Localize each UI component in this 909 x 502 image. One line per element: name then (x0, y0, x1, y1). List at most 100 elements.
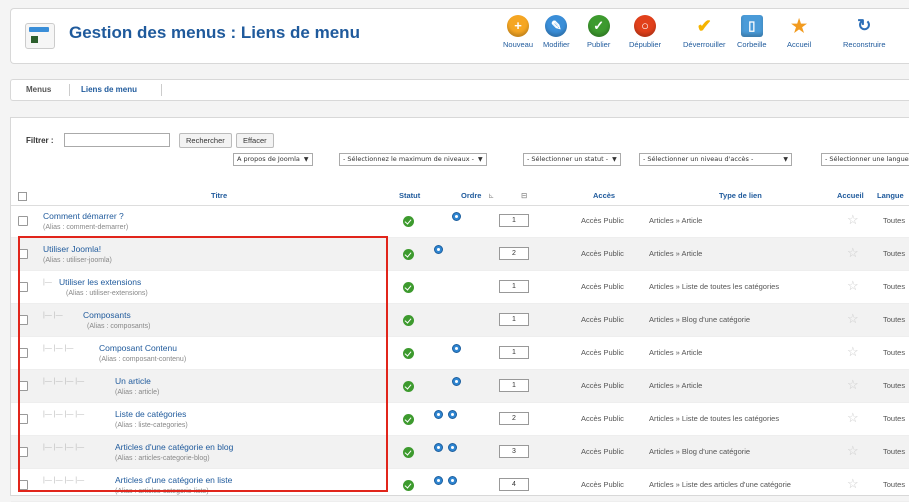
unpublish-button[interactable]: ○ Dépublier (629, 15, 661, 49)
status-select[interactable]: - Sélectionner un statut - ▼ (523, 153, 621, 166)
menu-select-value: A propos de Joomla (237, 155, 300, 163)
item-type: Articles » Liste des articles d'une caté… (649, 480, 791, 489)
trash-button[interactable]: ▯ Corbeille (737, 15, 767, 49)
order-input[interactable]: 2 (499, 247, 529, 260)
rebuild-button-label: Reconstruire (843, 40, 886, 49)
tab-menu-items[interactable]: Liens de menu (81, 85, 137, 94)
order-input[interactable]: 3 (499, 445, 529, 458)
star-icon[interactable]: ☆ (847, 443, 859, 459)
access-select-value: - Sélectionner un niveau d'accès - (643, 155, 754, 163)
order-input[interactable]: 1 (499, 214, 529, 227)
unpublish-button-label: Dépublier (629, 40, 662, 49)
menu-select[interactable]: A propos de Joomla ▼ (233, 153, 313, 166)
star-icon[interactable]: ☆ (847, 344, 859, 360)
save-order-icon[interactable]: ⊟ (521, 191, 527, 200)
new-button[interactable]: + Nouveau (503, 15, 533, 49)
published-icon[interactable] (403, 480, 414, 491)
chevron-down-icon: ▼ (477, 156, 483, 163)
level-select[interactable]: - Sélectionnez le maximum de niveaux - ▼ (339, 153, 487, 166)
star-icon[interactable]: ☆ (847, 476, 859, 492)
item-alias: (Alias : comment-demarrer) (43, 224, 129, 231)
search-button[interactable]: Rechercher (179, 133, 232, 148)
star-icon[interactable]: ☆ (847, 212, 859, 228)
move-up-icon[interactable] (434, 443, 443, 452)
trash-icon: ▯ (740, 15, 763, 37)
item-type: Articles » Article (649, 216, 703, 225)
item-type: Articles » Article (649, 381, 703, 390)
move-up-icon[interactable] (434, 410, 443, 419)
tab-divider (69, 84, 70, 96)
language-select[interactable]: - Sélectionner une langue (821, 153, 909, 166)
move-down-icon[interactable] (448, 410, 457, 419)
item-language: Toutes (883, 249, 906, 258)
column-link-type[interactable]: Type de lien (719, 191, 762, 200)
move-down-icon[interactable] (448, 443, 457, 452)
order-input[interactable]: 1 (499, 379, 529, 392)
tab-divider (161, 84, 162, 96)
column-status[interactable]: Statut (399, 191, 420, 200)
item-title[interactable]: Comment démarrer ? (43, 211, 124, 221)
plus-icon: + (507, 15, 530, 37)
published-icon[interactable] (403, 282, 414, 293)
move-down-icon[interactable] (452, 377, 461, 386)
move-up-icon[interactable] (452, 344, 461, 353)
column-title[interactable]: Titre (211, 191, 227, 200)
tab-menus[interactable]: Menus (26, 85, 51, 94)
home-button-label: Accueil (787, 40, 812, 49)
order-input[interactable]: 1 (499, 346, 529, 359)
column-order[interactable]: Ordre (461, 191, 481, 200)
order-input[interactable]: 2 (499, 412, 529, 425)
filter-search-input[interactable] (64, 133, 170, 147)
published-icon[interactable] (403, 414, 414, 425)
menu-manager-logo-icon (25, 23, 55, 49)
pencil-icon: ✎ (545, 15, 568, 37)
chevron-down-icon: ▼ (612, 156, 617, 163)
move-down-icon[interactable] (452, 212, 461, 221)
check-icon: ✓ (587, 15, 610, 37)
order-input[interactable]: 1 (499, 280, 529, 293)
home-button[interactable]: ★ Accueil (787, 15, 811, 49)
published-icon[interactable] (403, 381, 414, 392)
row-checkbox[interactable] (18, 216, 28, 226)
submenu-tabs: Menus Liens de menu (10, 79, 909, 101)
star-icon[interactable]: ☆ (847, 278, 859, 294)
item-access: Accès Public (581, 282, 624, 291)
page-title: Gestion des menus : Liens de menu (69, 23, 360, 42)
item-language: Toutes (883, 447, 906, 456)
published-icon[interactable] (403, 249, 414, 260)
unpublish-icon: ○ (634, 15, 657, 37)
star-icon[interactable]: ☆ (847, 311, 859, 327)
star-icon[interactable]: ☆ (847, 410, 859, 426)
clear-button[interactable]: Effacer (236, 133, 274, 148)
item-access: Accès Public (581, 348, 624, 357)
published-icon[interactable] (403, 348, 414, 359)
move-down-icon[interactable] (448, 476, 457, 485)
published-icon[interactable] (403, 447, 414, 458)
table-row: Comment démarrer ? (Alias : comment-dema… (11, 205, 909, 238)
column-language[interactable]: Langue (877, 191, 904, 200)
order-input[interactable]: 4 (499, 478, 529, 491)
select-all-checkbox[interactable] (18, 192, 27, 201)
item-type: Articles » Article (649, 249, 703, 258)
unlock-button-label: Déverrouiller (683, 40, 726, 49)
published-icon[interactable] (403, 216, 414, 227)
item-access: Accès Public (581, 480, 624, 489)
new-button-label: Nouveau (503, 40, 534, 49)
move-up-icon[interactable] (434, 476, 443, 485)
rebuild-button[interactable]: ↻ Reconstruire (843, 15, 886, 49)
star-icon[interactable]: ☆ (847, 377, 859, 393)
item-access: Accès Public (581, 447, 624, 456)
column-home[interactable]: Accueil (837, 191, 864, 200)
column-access[interactable]: Accès (593, 191, 615, 200)
published-icon[interactable] (403, 315, 414, 326)
item-language: Toutes (883, 216, 906, 225)
star-icon[interactable]: ☆ (847, 245, 859, 261)
edit-button[interactable]: ✎ Modifier (543, 15, 570, 49)
access-select[interactable]: - Sélectionner un niveau d'accès - ▼ (639, 153, 792, 166)
item-type: Articles » Liste de toutes les catégorie… (649, 414, 780, 423)
move-up-icon[interactable] (434, 245, 443, 254)
publish-button[interactable]: ✓ Publier (587, 15, 610, 49)
order-input[interactable]: 1 (499, 313, 529, 326)
unlock-button[interactable]: ✔ Déverrouiller (683, 15, 726, 49)
item-access: Accès Public (581, 216, 624, 225)
